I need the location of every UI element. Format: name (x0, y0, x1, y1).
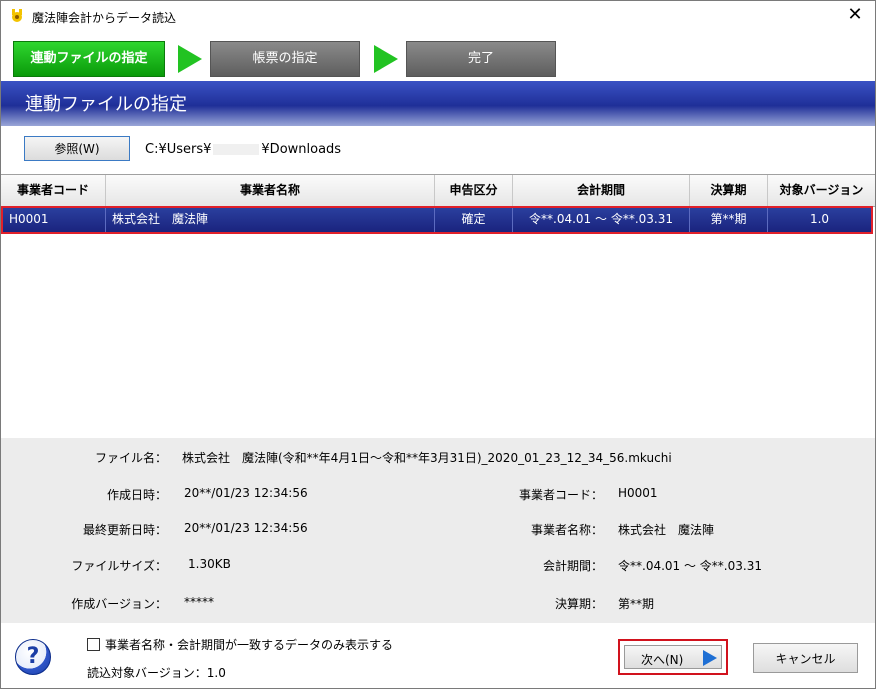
path-prefix: C:¥Users¥ (145, 142, 212, 157)
read-version-value: 1.0 (206, 666, 226, 680)
next-button-label: 次へ(N) (641, 653, 684, 667)
column-header-period[interactable]: 会計期間 (513, 175, 690, 206)
step-arrow-icon (374, 45, 398, 73)
cell-version: 1.0 (809, 212, 830, 226)
path-suffix: ¥Downloads (261, 142, 342, 157)
dialog-window: 魔法陣会計からデータ読込 ✕ 連動ファイルの指定 帳票の指定 完了 連動ファイル… (0, 0, 876, 689)
file-name-label: ファイル名： (94, 451, 167, 465)
updated-label: 最終更新日時： (82, 523, 167, 537)
browse-button[interactable]: 参照(W) (24, 136, 130, 161)
step-arrow-icon (178, 45, 202, 73)
file-details: ファイル名： 株式会社 魔法陣(令和**年4月1日～令和**年3月31日)_20… (1, 438, 875, 623)
fiscal-value: 第**期 (618, 597, 655, 611)
title-bar: 魔法陣会計からデータ読込 ✕ (1, 1, 875, 31)
column-header-version[interactable]: 対象バージョン (768, 175, 875, 206)
masked-username (213, 144, 260, 155)
column-header-fiscal[interactable]: 決算期 (690, 175, 768, 206)
created-label: 作成日時： (106, 488, 167, 502)
table-header: 事業者コード 事業者名称 申告区分 会計期間 決算期 対象バージョン (1, 175, 875, 207)
cell-period: 令**.04.01 ～ 令**.03.31 (513, 208, 690, 232)
column-header-type[interactable]: 申告区分 (435, 175, 513, 206)
footer-bar: ? 事業者名称・会計期間が一致するデータのみ表示する 読込対象バージョン：1.0… (1, 623, 875, 688)
cell-code: H0001 (3, 208, 106, 232)
fiscal-label: 決算期： (554, 597, 603, 611)
name-label: 事業者名称： (530, 523, 603, 537)
file-name-value: 株式会社 魔法陣(令和**年4月1日～令和**年3月31日)_2020_01_2… (182, 451, 672, 465)
column-header-code[interactable]: 事業者コード (1, 175, 106, 206)
play-arrow-icon (703, 650, 717, 666)
cell-type: 確定 (435, 208, 513, 232)
code-value: H0001 (618, 486, 658, 500)
wizard-steps: 連動ファイルの指定 帳票の指定 完了 (1, 31, 875, 81)
name-value: 株式会社 魔法陣 (618, 523, 715, 537)
step-file-select: 連動ファイルの指定 (13, 41, 165, 77)
banner-title: 連動ファイルの指定 (25, 94, 187, 115)
app-icon (12, 9, 22, 22)
help-icon[interactable]: ? (15, 639, 51, 675)
column-header-name[interactable]: 事業者名称 (106, 175, 435, 206)
version-label: 作成バージョン： (71, 597, 167, 611)
read-version-label: 読込対象バージョン： (87, 666, 207, 680)
section-banner: 連動ファイルの指定 (1, 81, 875, 126)
close-icon[interactable]: ✕ (845, 4, 865, 25)
file-table: 事業者コード 事業者名称 申告区分 会計期間 決算期 対象バージョン H0001… (1, 174, 875, 438)
match-filter-checkbox[interactable] (87, 638, 100, 651)
size-value: 1.30KB (188, 557, 231, 571)
match-filter-label[interactable]: 事業者名称・会計期間が一致するデータのみ表示する (105, 636, 393, 653)
version-value: ***** (184, 595, 214, 609)
cell-name: 株式会社 魔法陣 (106, 208, 435, 232)
read-version-info: 読込対象バージョン：1.0 (87, 664, 226, 681)
updated-value: 20**/01/23 12:34:56 (184, 521, 308, 535)
cancel-button[interactable]: キャンセル (753, 643, 858, 673)
step-form-select: 帳票の指定 (210, 41, 360, 77)
size-label: ファイルサイズ： (71, 559, 167, 573)
window-title: 魔法陣会計からデータ読込 (32, 11, 177, 25)
file-path: C:¥Users¥ ¥Downloads (145, 142, 341, 157)
cell-fiscal: 第**期 (690, 208, 768, 232)
period-label: 会計期間： (542, 559, 603, 573)
code-label: 事業者コード： (518, 488, 603, 502)
period-value: 令**.04.01 ～ 令**.03.31 (618, 559, 762, 573)
table-row[interactable]: H0001 株式会社 魔法陣 確定 令**.04.01 ～ 令**.03.31 … (1, 206, 873, 234)
path-bar: 参照(W) C:¥Users¥ ¥Downloads (1, 126, 875, 174)
created-value: 20**/01/23 12:34:56 (184, 486, 308, 500)
next-button[interactable]: 次へ(N) (624, 645, 722, 669)
next-button-highlight: 次へ(N) (618, 639, 728, 675)
step-complete: 完了 (406, 41, 556, 77)
